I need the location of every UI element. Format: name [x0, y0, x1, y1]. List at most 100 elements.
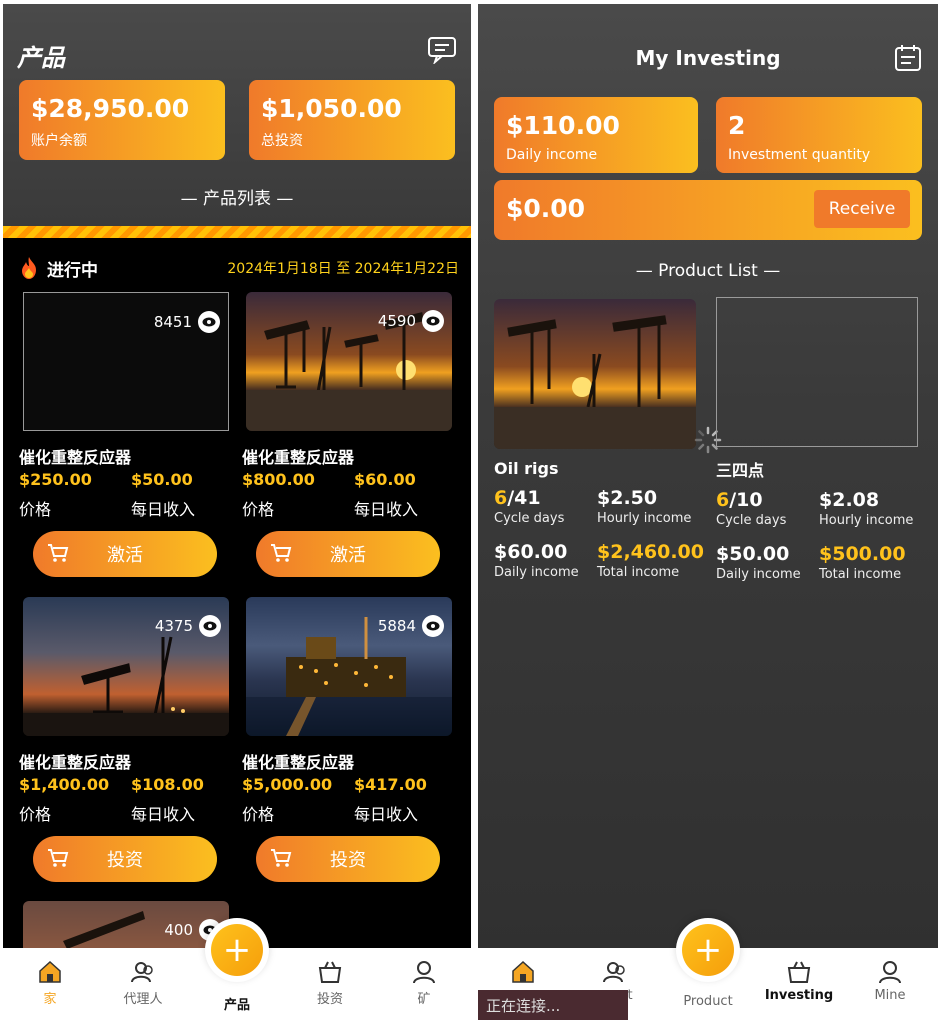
eye-icon — [199, 615, 221, 637]
connecting-toast: 正在连接... — [478, 990, 628, 1020]
invest-button[interactable]: 投资 — [33, 836, 217, 882]
eye-icon — [422, 310, 444, 332]
eye-icon — [422, 615, 444, 637]
divider-stripe — [3, 226, 471, 238]
total-income-value: $500.00 — [819, 543, 906, 565]
nav-product[interactable]: Product — [673, 994, 743, 1009]
nav-product[interactable]: 产品 — [202, 994, 272, 1013]
user-icon — [879, 961, 901, 984]
ongoing-bar: 进行中 2024年1月18日 至 2024年1月22日 — [19, 256, 459, 282]
daily-income-card: $110.00 Daily income — [494, 97, 698, 173]
view-count-value: 4590 — [377, 312, 416, 330]
cycle-done: 6 — [494, 487, 508, 509]
nav-investing-label: Investing — [764, 988, 834, 1003]
home-icon — [39, 960, 61, 983]
product-image[interactable] — [494, 299, 696, 449]
page-title: 产品 — [17, 44, 65, 72]
plus-icon: + — [211, 924, 263, 976]
hourly-income-value: $2.50 — [597, 487, 658, 509]
calendar-icon[interactable] — [894, 44, 922, 72]
basket-icon — [318, 961, 342, 983]
price-label: 价格 — [242, 805, 275, 824]
invest-button[interactable]: 投资 — [256, 836, 440, 882]
product-image[interactable]: 4375 — [23, 597, 229, 736]
product-name: 催化重整反应器 — [242, 753, 355, 772]
activate-button[interactable]: 激活 — [33, 531, 217, 577]
hourly-income-stat: $2.08 Hourly income — [819, 489, 913, 528]
total-income-stat: $500.00 Total income — [819, 543, 906, 582]
bottom-nav: 家 代理人 + 产品 投资 矿 — [3, 918, 471, 1020]
nav-agent-label: t — [627, 988, 633, 1003]
nav-agent[interactable]: 代理人 — [108, 960, 178, 1007]
nav-mine-label: Mine — [874, 988, 906, 1003]
product-image[interactable]: 4590 — [246, 292, 452, 431]
home-icon — [512, 960, 534, 983]
daily-income-value: $50.00 — [716, 543, 790, 565]
ongoing-date: 2024年1月18日 至 2024年1月22日 — [227, 261, 459, 277]
nav-mine-label: 矿 — [417, 992, 431, 1007]
product-daily: $417.00 — [354, 775, 427, 794]
fire-icon — [22, 257, 36, 279]
daily-income-label: Daily income — [506, 147, 598, 163]
message-icon[interactable] — [427, 36, 457, 64]
total-income-value: $2,460.00 — [597, 541, 704, 563]
investment-quantity-label: Investment quantity — [728, 147, 871, 163]
nav-invest[interactable]: 投资 — [295, 960, 365, 1007]
total-invest-label: 总投资 — [261, 133, 303, 149]
daily-income-value: $60.00 — [494, 541, 568, 563]
product-daily: $60.00 — [354, 470, 416, 489]
nav-product-label: 产品 — [223, 998, 250, 1013]
nav-mine[interactable]: 矿 — [389, 960, 459, 1007]
product-price: $5,000.00 — [242, 775, 333, 794]
invest-label: 投资 — [330, 850, 366, 871]
product-name: 三四点 — [716, 461, 765, 480]
nav-home[interactable]: 家 — [15, 960, 85, 1007]
cart-icon — [271, 849, 292, 867]
cycle-days-stat: 6/41 Cycle days — [494, 487, 564, 526]
cycle-days-label: Cycle days — [716, 513, 787, 528]
total-income-label: Total income — [597, 565, 680, 580]
product-image[interactable]: 8451 — [23, 292, 229, 431]
daily-income-value: $110.00 — [506, 111, 620, 140]
agent-icon — [131, 962, 153, 983]
basket-icon — [787, 961, 811, 983]
activate-label: 激活 — [107, 545, 143, 566]
receive-button[interactable]: Receive — [814, 190, 910, 228]
product-price: $1,400.00 — [19, 775, 110, 794]
product-image[interactable]: 5884 — [246, 597, 452, 736]
product-name: 催化重整反应器 — [19, 448, 132, 467]
activate-button[interactable]: 激活 — [256, 531, 440, 577]
nav-home-label: 家 — [43, 992, 57, 1007]
price-label: 价格 — [242, 500, 275, 519]
receive-card: $0.00 Receive — [494, 180, 922, 240]
hourly-income-value: $2.08 — [819, 489, 880, 511]
product-daily: $50.00 — [131, 470, 193, 489]
total-income-label: Total income — [819, 567, 902, 582]
oil-pump-illustration — [494, 315, 696, 449]
daily-label: 每日收入 — [131, 500, 196, 519]
nav-mine[interactable]: Mine — [855, 960, 925, 1003]
hourly-income-stat: $2.50 Hourly income — [597, 487, 691, 526]
nav-product-label: Product — [683, 994, 733, 1009]
nav-investing[interactable]: Investing — [763, 960, 835, 1003]
product-name: Oil rigs — [494, 459, 559, 478]
product-fab[interactable]: + — [205, 918, 269, 982]
eye-icon — [198, 311, 220, 333]
product-fab[interactable]: + — [676, 918, 740, 982]
daily-income-label: Daily income — [716, 567, 801, 582]
daily-income-stat: $60.00 Daily income — [494, 541, 579, 580]
view-count: 8451 — [154, 311, 220, 333]
balance-card: $28,950.00 账户余额 — [19, 80, 225, 160]
price-label: 价格 — [19, 500, 52, 519]
total-invest-value: $1,050.00 — [261, 94, 402, 123]
cycle-done: 6 — [716, 489, 730, 511]
invest-label: 投资 — [107, 850, 143, 871]
cart-icon — [48, 544, 69, 562]
investment-quantity-value: 2 — [728, 111, 746, 140]
ongoing-label: 进行中 — [47, 261, 98, 281]
receive-value: $0.00 — [506, 194, 586, 223]
product-image[interactable] — [716, 297, 918, 447]
cycle-days-stat: 6/10 Cycle days — [716, 489, 786, 528]
nav-home[interactable] — [488, 960, 558, 988]
right-screen: My Investing $110.00 Daily income 2 Inve… — [478, 4, 938, 1020]
